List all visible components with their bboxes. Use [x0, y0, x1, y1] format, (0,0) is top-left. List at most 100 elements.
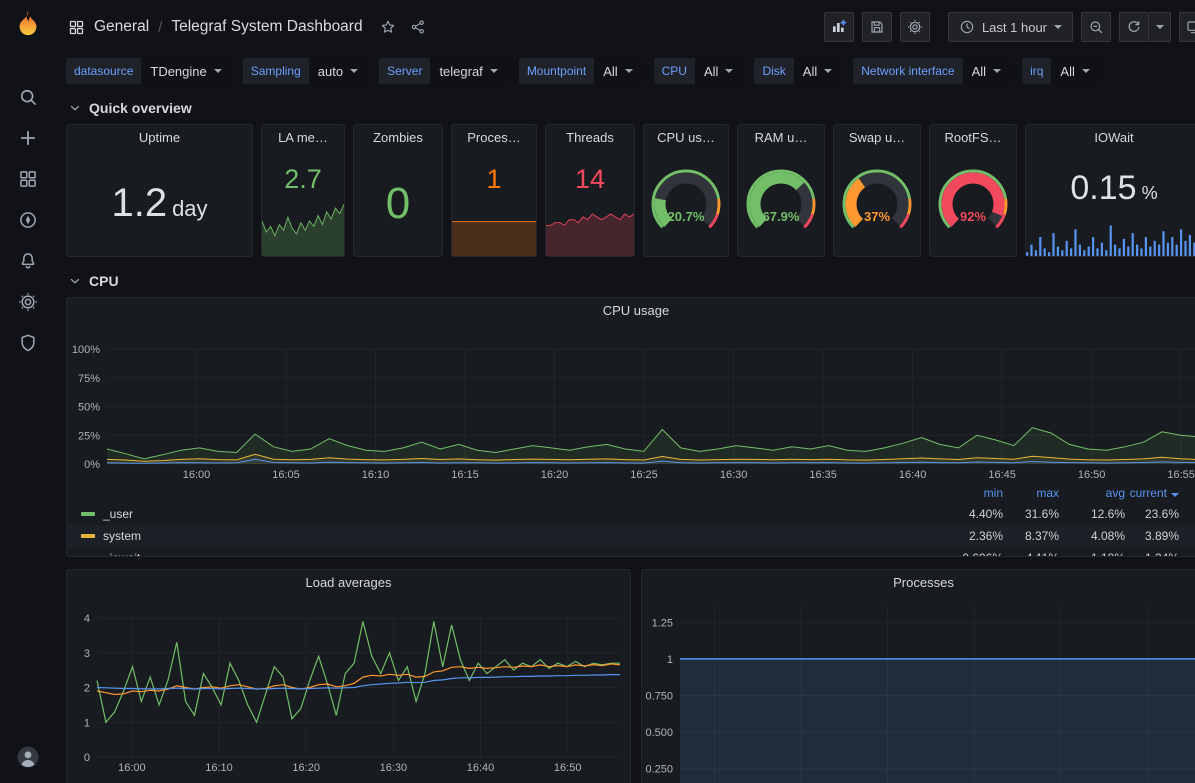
legend-series[interactable]: _iowait	[81, 551, 945, 557]
stat-body: 0	[354, 151, 442, 256]
sidebar-item-configuration[interactable]	[16, 290, 40, 314]
load-averages-chart[interactable]: 16:0016:1016:2016:3016:4016:5001234	[67, 596, 630, 783]
panel-title[interactable]: Proces…	[452, 125, 536, 151]
panel-title[interactable]: Processes	[642, 570, 1195, 596]
stat-value-number: 0.15	[1070, 169, 1136, 208]
panel-title[interactable]: RAM u…	[738, 125, 824, 151]
legend-series[interactable]: _user	[81, 507, 945, 521]
panel-title[interactable]: LA me…	[262, 125, 344, 151]
variable-current-value: All	[803, 64, 817, 79]
sidebar-item-create[interactable]	[16, 126, 40, 150]
legend-series-name: _user	[103, 507, 133, 521]
svg-text:50%: 50%	[78, 402, 100, 414]
svg-text:1.25: 1.25	[652, 617, 673, 629]
compass-icon	[18, 210, 38, 230]
stat-body: 67.9%	[738, 151, 824, 256]
svg-text:16:10: 16:10	[362, 469, 390, 480]
svg-text:16:30: 16:30	[720, 469, 748, 480]
breadcrumb-folder[interactable]: General	[94, 18, 149, 36]
cpu-usage-chart[interactable]: 16:0016:0516:1016:1516:2016:2516:3016:35…	[67, 324, 1195, 480]
svg-text:0.250: 0.250	[645, 764, 673, 776]
gauge: 92%	[931, 164, 1015, 244]
save-dashboard-button[interactable]	[862, 12, 892, 42]
legend-series[interactable]: system	[81, 529, 945, 543]
variable-value-dropdown[interactable]: auto	[309, 58, 367, 84]
legend-column-avg[interactable]: avg	[1059, 486, 1125, 500]
sidebar-item-alerting[interactable]	[16, 249, 40, 273]
stat-value-unit: day	[172, 196, 207, 222]
stat-panel-uptime: Uptime1.2day	[66, 124, 253, 257]
variable-value-dropdown[interactable]: telegraf	[430, 58, 506, 84]
variable-value-dropdown[interactable]: TDengine	[141, 58, 230, 84]
legend-row: system2.36%8.37%4.08%3.89%	[67, 525, 1195, 547]
panel-title[interactable]: Load averages	[67, 570, 630, 596]
stat-value-unit: %	[1142, 183, 1158, 204]
panel-title[interactable]: Zombies	[354, 125, 442, 151]
sidebar-item-explore[interactable]	[16, 208, 40, 232]
variable-current-value: auto	[318, 64, 343, 79]
panel-title[interactable]: Uptime	[67, 125, 252, 151]
time-range-button[interactable]: Last 1 hour	[948, 12, 1073, 42]
star-dashboard-button[interactable]	[378, 17, 398, 37]
legend-column-max[interactable]: max	[1003, 486, 1059, 500]
legend-value-avg: 1.19%	[1059, 551, 1125, 557]
breadcrumb-title[interactable]: Telegraf System Dashboard	[171, 18, 362, 36]
clock-icon	[959, 19, 975, 35]
chevron-down-icon	[68, 101, 82, 115]
panel-cpu-usage: CPU usage16:0016:0516:1016:1516:2016:251…	[66, 297, 1195, 557]
variable-mountpoint: MountpointAll	[519, 58, 642, 84]
variable-value-dropdown[interactable]: All	[594, 58, 641, 84]
sparkline	[262, 200, 344, 256]
grafana-logo[interactable]	[12, 9, 44, 41]
sidebar-item-dashboards[interactable]	[16, 167, 40, 191]
variable-irq: irqAll	[1022, 58, 1099, 84]
variable-value-dropdown[interactable]: All	[695, 58, 742, 84]
row-header-quick-overview[interactable]: Quick overview	[66, 94, 1185, 122]
panel-title[interactable]: CPU us…	[644, 125, 728, 151]
chevron-down-icon	[1082, 69, 1090, 73]
processes-chart[interactable]: 16:0016:1016:2016:3016:4016:501.2510.750…	[642, 596, 1195, 783]
panel-title[interactable]: Threads	[546, 125, 634, 151]
svg-text:4: 4	[84, 613, 90, 625]
variable-label: irq	[1022, 58, 1051, 84]
stat-panels-row: Uptime1.2dayLA me…2.7Zombies0Proces…1Thr…	[66, 124, 1185, 257]
row-header-cpu[interactable]: CPU	[66, 267, 1185, 295]
dashboard-title-actions	[378, 17, 428, 37]
chevron-down-icon	[625, 69, 633, 73]
panel-title[interactable]: CPU usage	[67, 298, 1195, 324]
sidebar-item-server-admin[interactable]	[16, 331, 40, 355]
stat-panel-threads: Threads 14	[545, 124, 635, 257]
svg-text:0: 0	[84, 752, 90, 764]
gear-icon	[18, 292, 38, 312]
legend-column-min[interactable]: min	[945, 486, 1003, 500]
stat-value-number: 14	[575, 164, 605, 195]
variable-label: Disk	[754, 58, 793, 84]
variable-value-dropdown[interactable]: All	[794, 58, 841, 84]
add-panel-button[interactable]	[824, 12, 854, 42]
variable-value-dropdown[interactable]: All	[1051, 58, 1098, 84]
legend-series-name: _iowait	[103, 551, 140, 557]
svg-text:67.9%: 67.9%	[763, 209, 800, 224]
sidebar-menu	[16, 85, 40, 355]
panel-title[interactable]: Swap u…	[834, 125, 920, 151]
svg-text:92%: 92%	[960, 209, 986, 224]
panel-title[interactable]: RootFS…	[930, 125, 1016, 151]
panel-title[interactable]: IOWait	[1026, 125, 1195, 151]
sidebar-user-profile[interactable]	[16, 745, 40, 769]
legend-swatch	[81, 534, 95, 538]
dashboard-settings-button[interactable]	[900, 12, 930, 42]
sidebar-item-search[interactable]	[16, 85, 40, 109]
zoom-out-time-button[interactable]	[1081, 12, 1111, 42]
svg-text:16:35: 16:35	[809, 469, 837, 480]
cycle-view-mode-button[interactable]	[1179, 12, 1195, 42]
refresh-interval-button[interactable]	[1149, 12, 1171, 42]
variable-value-dropdown[interactable]: All	[963, 58, 1010, 84]
variable-label: Network interface	[853, 58, 962, 84]
svg-text:16:40: 16:40	[467, 762, 495, 774]
legend-column-current[interactable]: current	[1125, 486, 1179, 500]
stat-value-number: 2.7	[284, 164, 322, 195]
svg-text:16:50: 16:50	[1078, 469, 1106, 480]
share-dashboard-button[interactable]	[408, 17, 428, 37]
zoom-out-icon	[1088, 19, 1104, 35]
refresh-button[interactable]	[1119, 12, 1149, 42]
